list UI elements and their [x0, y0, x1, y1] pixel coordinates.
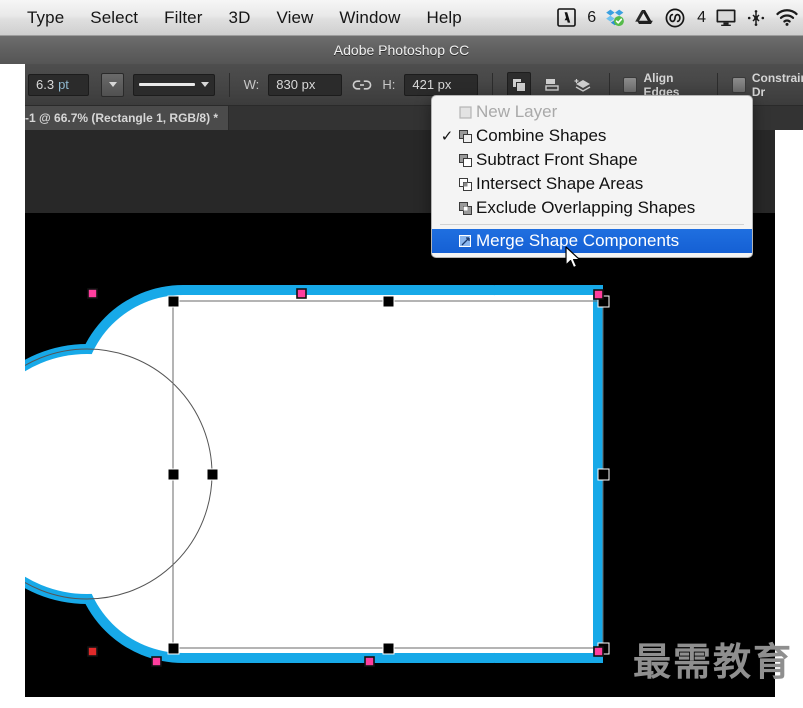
subtract-front-shape-icon: [454, 153, 476, 168]
transform-handle-top-left: [167, 295, 180, 308]
bluetooth-sharing-icon[interactable]: [746, 9, 766, 27]
display-icon[interactable]: [715, 8, 737, 27]
shape-artwork: [25, 285, 610, 667]
menu-item-label: Combine Shapes: [476, 126, 607, 145]
menu-item-exclude-overlapping-shapes[interactable]: Exclude Overlapping Shapes: [432, 196, 752, 220]
menu-item-subtract-front-shape[interactable]: Subtract Front Shape: [432, 148, 752, 172]
shape-right-endcap: [495, 285, 603, 663]
transform-handle-middle-left: [167, 468, 180, 481]
anchor-point-bottom-right: [593, 646, 604, 657]
menu-item-intersect-shape-areas[interactable]: Intersect Shape Areas: [432, 172, 752, 196]
dropbox-icon[interactable]: [605, 7, 626, 28]
align-edges-checkbox[interactable]: [623, 76, 638, 93]
creative-cloud-icon[interactable]: [664, 8, 686, 28]
chevron-down-icon: [200, 82, 209, 87]
chain-link-icon[interactable]: [351, 73, 374, 97]
document-tab-left-edge: [0, 106, 25, 130]
width-label: W:: [243, 77, 260, 92]
document-tab-title: -1 @ 66.7% (Rectangle 1, RGB/8) *: [25, 111, 219, 125]
creative-cloud-badge: 4: [697, 8, 706, 26]
transform-handle-middle-right: [597, 468, 610, 481]
menu-select[interactable]: Select: [77, 8, 151, 28]
app-title: Adobe Photoshop CC: [333, 42, 470, 58]
stroke-width-dropdown-button[interactable]: [101, 72, 125, 97]
menu-window[interactable]: Window: [326, 8, 413, 28]
photoshop-window: Type Select Filter 3D View Window Help 6: [0, 0, 803, 708]
path-alignment-icon[interactable]: [540, 73, 563, 97]
stroke-preview-line: [139, 83, 195, 86]
stroke-style-select[interactable]: [133, 73, 215, 96]
constrain-path-checkbox[interactable]: [731, 76, 746, 93]
menu-item-label: Subtract Front Shape: [476, 150, 638, 169]
constrain-path-label: Constrain Path Dr: [751, 70, 803, 99]
menu-divider: [440, 224, 744, 225]
document-tab[interactable]: -1 @ 66.7% (Rectangle 1, RGB/8) *: [0, 106, 230, 130]
menu-type[interactable]: Type: [14, 8, 77, 28]
path-operations-icon[interactable]: [506, 71, 532, 98]
anchor-point-bottom-a: [151, 656, 162, 667]
app-title-bar: Adobe Photoshop CC: [0, 36, 803, 65]
combine-shapes-icon: [454, 129, 476, 144]
canvas-area[interactable]: [25, 213, 775, 697]
menu-item-label: New Layer: [476, 102, 558, 121]
macos-menu-bar: Type Select Filter 3D View Window Help 6: [0, 0, 803, 36]
menu-item-new-layer[interactable]: New Layer: [432, 100, 752, 124]
height-field[interactable]: 421 px: [404, 73, 478, 96]
wifi-icon[interactable]: [775, 8, 799, 27]
menu-view[interactable]: View: [263, 8, 326, 28]
width-field[interactable]: 830 px: [268, 73, 342, 96]
merge-shape-components-icon: [454, 234, 476, 249]
adobe-app-icon[interactable]: [557, 8, 576, 27]
width-value: 830 px: [276, 77, 316, 92]
divider: [716, 72, 718, 97]
height-value: 421 px: [412, 77, 452, 92]
transform-handle-bottom-center: [382, 642, 395, 655]
height-label: H:: [382, 77, 396, 92]
exclude-overlapping-shapes-icon: [454, 201, 476, 216]
menu-item-combine-shapes[interactable]: ✓ Combine Shapes: [432, 124, 752, 148]
menu-item-label: Intersect Shape Areas: [476, 174, 644, 193]
menu-item-label: Exclude Overlapping Shapes: [476, 198, 696, 217]
path-operations-dropdown-menu[interactable]: New Layer ✓ Combine Shapes Subtract Fron…: [431, 95, 753, 258]
anchor-point-bottom-left: [87, 646, 98, 657]
stroke-width-unit: pt: [58, 77, 69, 92]
menu-filter[interactable]: Filter: [151, 8, 215, 28]
menu-3d[interactable]: 3D: [216, 8, 264, 28]
chevron-down-icon: [108, 82, 117, 87]
path-arrangement-icon[interactable]: [572, 73, 595, 97]
anchor-point-bottom-b: [364, 656, 375, 667]
anchor-point-top-mid: [296, 288, 307, 299]
anchor-point-top-right: [593, 289, 604, 300]
check-icon: ✓: [440, 128, 454, 145]
new-layer-icon: [454, 105, 476, 120]
google-drive-icon[interactable]: [635, 8, 655, 27]
menu-item-merge-shape-components[interactable]: Merge Shape Components: [432, 229, 752, 253]
menu-help[interactable]: Help: [413, 8, 474, 28]
circle-path-handle-right: [206, 468, 219, 481]
anchor-point-top-left: [87, 288, 98, 299]
divider: [491, 72, 493, 97]
stroke-width-field[interactable]: 6.3 pt: [28, 73, 90, 96]
mouse-cursor: [565, 246, 583, 277]
intersect-shape-areas-icon: [454, 177, 476, 192]
menu-bar-items: Type Select Filter 3D View Window Help: [0, 8, 475, 28]
transform-handle-bottom-left: [167, 642, 180, 655]
stroke-width-value: 6.3: [36, 77, 55, 92]
adobe-app-badge: 6: [587, 8, 597, 26]
divider: [608, 72, 610, 97]
vector-shape-group: [25, 285, 603, 663]
options-bar-left-edge: [0, 64, 25, 106]
transform-handle-top-center: [382, 295, 395, 308]
watermark: 最需教育: [632, 640, 793, 684]
menu-bar-status-items: 6 4: [557, 7, 803, 28]
divider: [228, 72, 230, 97]
